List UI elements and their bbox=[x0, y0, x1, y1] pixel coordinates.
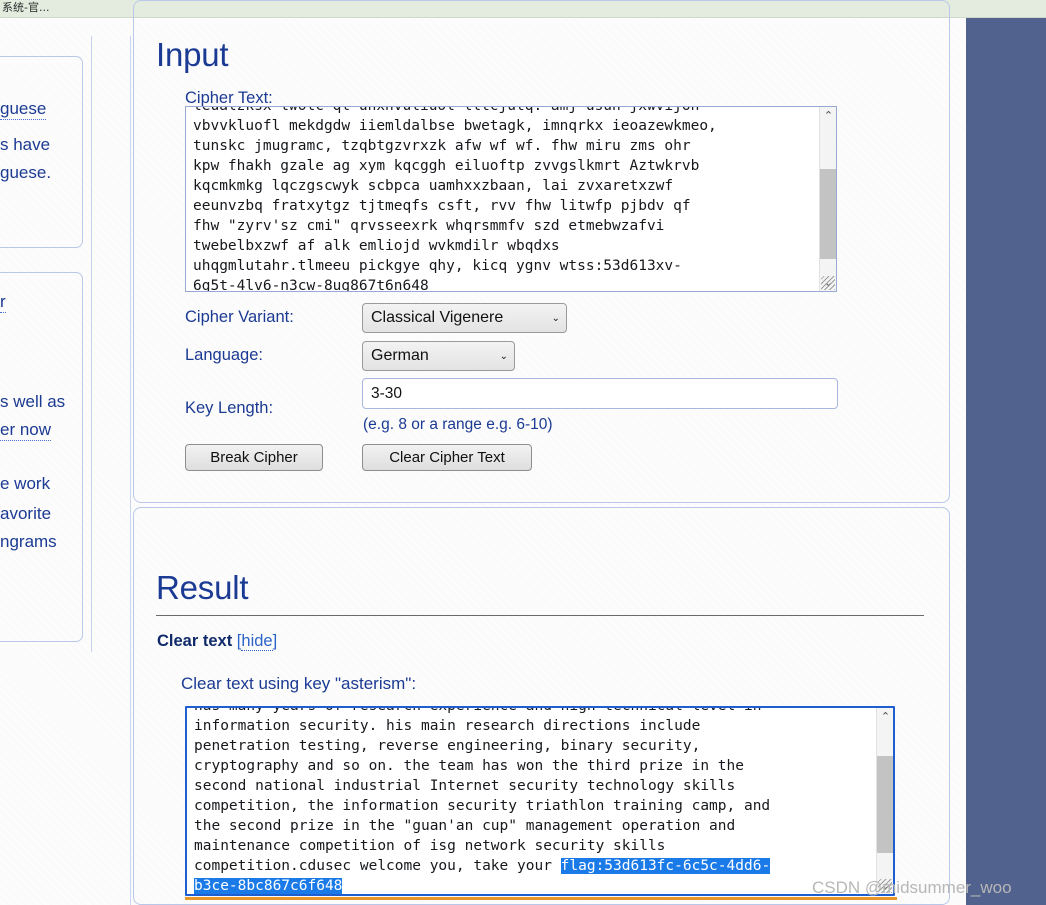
cipher-variant-label: Cipher Variant: bbox=[185, 308, 294, 326]
left-fragment-2: guese. bbox=[0, 163, 52, 182]
left-fragment-1: s have bbox=[0, 135, 51, 154]
key-length-hint: (e.g. 8 or a range e.g. 6-10) bbox=[363, 416, 553, 433]
result-key-caption: Clear text using key "asterism": bbox=[181, 674, 417, 693]
clear-text-plain: has many years of research experience an… bbox=[194, 706, 771, 874]
break-cipher-button[interactable]: Break Cipher bbox=[185, 444, 323, 471]
scrollbar-thumb[interactable] bbox=[877, 756, 893, 853]
left-fragment-7: avorite bbox=[0, 504, 52, 523]
key-length-input[interactable]: 3-30 bbox=[362, 378, 838, 409]
left-fragment-8: ngrams bbox=[0, 532, 57, 551]
language-label: Language: bbox=[185, 346, 263, 364]
clear-cipher-text-button[interactable]: Clear Cipher Text bbox=[362, 444, 532, 471]
browser-tab-title[interactable]: 系统-官... bbox=[2, 0, 49, 16]
scrollbar-thumb[interactable] bbox=[820, 169, 836, 259]
bracket-close: ] bbox=[272, 632, 278, 650]
cipher-text-value: leualzksx lwolc ql uhxhvuliuol lltcjutq.… bbox=[193, 106, 717, 292]
cleartext-toggle-row: Clear text [hide] bbox=[157, 632, 277, 651]
cipher-textarea-scrollbar[interactable]: ⌃ ⌄ bbox=[819, 107, 836, 291]
csdn-watermark: CSDN @midsummer_woo bbox=[812, 878, 1012, 897]
left-card-lower bbox=[0, 272, 83, 642]
language-value: German bbox=[371, 347, 429, 364]
language-select[interactable]: German ⌄ bbox=[362, 341, 515, 371]
scroll-up-icon[interactable]: ⌃ bbox=[820, 107, 836, 124]
input-section-title: Input bbox=[156, 36, 229, 73]
key-length-value: 3-30 bbox=[371, 384, 403, 402]
left-fragment-0: guese bbox=[0, 99, 47, 120]
orange-underline-marker bbox=[185, 897, 897, 900]
result-section-title: Result bbox=[156, 569, 249, 606]
result-divider bbox=[156, 615, 924, 616]
cleartext-label: Clear text bbox=[157, 632, 233, 650]
left-fragment-5: er now bbox=[0, 420, 52, 441]
chevron-down-icon: ⌄ bbox=[551, 312, 560, 324]
clear-text-textarea[interactable]: has many years of research experience an… bbox=[185, 706, 895, 896]
page-body: guese s have guese. r s well as er now e… bbox=[0, 0, 1046, 905]
left-fragment-4: s well as bbox=[0, 392, 66, 411]
chevron-down-icon: ⌄ bbox=[499, 350, 508, 362]
clear-text-value: has many years of research experience an… bbox=[194, 706, 771, 894]
screenshot-root: 系统-官... guese s have guese. r s well as … bbox=[0, 0, 1046, 905]
scroll-up-icon[interactable]: ⌃ bbox=[877, 708, 893, 725]
cipher-variant-select[interactable]: Classical Vigenere ⌄ bbox=[362, 303, 567, 333]
left-fragment-6: e work bbox=[0, 474, 51, 493]
cipher-text-textarea[interactable]: leualzksx lwolc ql uhxhvuliuol lltcjutq.… bbox=[185, 106, 837, 292]
cipher-variant-value: Classical Vigenere bbox=[371, 309, 504, 326]
textarea-resize-grip-icon[interactable] bbox=[821, 276, 835, 290]
left-fragment-3: r bbox=[0, 292, 6, 313]
hide-link[interactable]: hide bbox=[241, 632, 273, 651]
right-blue-rail bbox=[966, 18, 1046, 905]
content-left-divider bbox=[130, 36, 131, 905]
left-sidebar-column: guese s have guese. r s well as er now e… bbox=[0, 36, 92, 652]
key-length-label: Key Length: bbox=[185, 399, 274, 417]
result-textarea-scrollbar[interactable]: ⌃ ⌄ bbox=[876, 708, 893, 894]
